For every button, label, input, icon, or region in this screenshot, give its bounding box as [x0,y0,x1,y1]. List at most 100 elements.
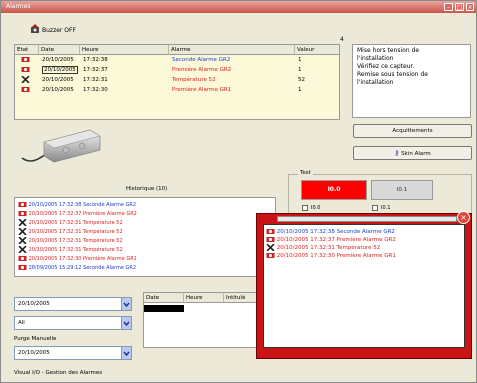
alarm-date: 20/10/2005 [42,66,78,74]
alarm-state [21,66,30,75]
popup-alarm-item[interactable]: 20/10/2005 17:32:31 Température 52 [266,244,380,252]
historique-item[interactable]: 20/10/2005 17:32:37 Première Alarme GR2 [18,210,137,218]
col-header-heure[interactable]: Heure [80,45,169,55]
purge-selected-cell[interactable] [144,305,184,312]
alarm-heure: 17:32:30 [83,87,108,93]
historique-item-text: 20/10/2005 17:32:30 Première Alarme GR1 [28,256,137,262]
skin-alarm-button[interactable]: ⚷ Skin Alarm [353,146,472,160]
popup-close-icon[interactable]: × [457,211,470,224]
alarm-valeur: 1 [298,87,302,93]
alarm-state [21,56,30,65]
alarm-table-row[interactable]: 20/10/2005 17:32:30 Première Alarme GR1 1 [15,86,339,95]
test-label: Test [298,170,313,176]
popup-alarm-item[interactable]: 20/10/2005 17:32:30 Première Alarme GR1 [266,252,396,260]
chevron-down-icon[interactable] [121,347,131,359]
close-button[interactable]: × [466,3,474,11]
buzzer-icon[interactable] [30,24,40,34]
checkbox-io0[interactable] [302,205,308,211]
purge-col-date[interactable]: Date [144,293,184,303]
historique-title: Historique (10) [126,186,168,192]
chevron-down-icon[interactable] [121,317,131,329]
io1-indicator[interactable]: I0.1 [371,180,433,200]
historique-item-text: 20/10/2005 17:32:31 Température 52 [28,229,123,235]
popup-scrollbar[interactable] [277,216,457,222]
alarm-name: Température 52 [172,77,216,83]
cross-icon [18,237,27,244]
alarm-valeur: 1 [298,67,302,73]
acquittements-button[interactable]: Acquittements [353,124,472,138]
alarm-date: 20/10/2005 [42,77,74,83]
cross-icon [18,228,27,235]
status-bar-text: Visual I/O - Gestion des Alarmes [14,370,103,376]
bell-icon [18,265,27,270]
io0-indicator[interactable]: I0.0 [301,180,367,200]
popup-alarm-item[interactable]: 20/10/2005 17:32:38 Seconde Alarme GR2 [266,228,395,236]
historique-item-text: 20/10/2005 17:32:38 Seconde Alarme GR2 [28,202,137,208]
cross-icon [18,246,27,253]
purge-date-value: 20/10/2005 [18,350,50,356]
maximize-button[interactable]: □ [455,3,464,11]
popup-alarm-text: 20/10/2005 17:32:38 Seconde Alarme GR2 [276,229,395,235]
popup-alarm-list[interactable]: 20/10/2005 17:32:38 Seconde Alarme GR2 2… [263,224,465,348]
alarm-state [21,76,30,85]
message-line: l'installation [357,55,394,62]
historique-item-text: 20/10/2005 17:32:31 Température 52 [28,220,123,226]
alarm-name: Première Alarme GR2 [172,67,232,73]
key-icon: ⚷ [394,149,400,157]
buzzer-label[interactable]: Buzzer OFF [42,27,76,34]
historique-item-text: 20/10/2005 17:32:31 Température 52 [28,238,123,244]
skin-alarm-label: Skin Alarm [401,151,431,157]
alarm-heure: 17:32:37 [83,67,108,73]
alarm-table-row[interactable]: 20/10/2005 17:32:37 Première Alarme GR2 1 [15,66,339,75]
bell-icon [18,211,27,216]
purge-date-select[interactable]: 20/10/2005 [14,346,132,360]
popup-alarm-text: 20/10/2005 17:32:37 Première Alarme GR2 [276,237,396,243]
title-bar[interactable]: Alarmes – □ × [1,1,476,13]
cross-icon [18,219,27,226]
col-header-etat[interactable]: Etat [15,45,39,55]
col-header-valeur[interactable]: Valeur [295,45,339,55]
filter-date-select[interactable]: 20/10/2005 [14,297,132,311]
purge-label: Purge Manuelle [14,336,57,342]
alarm-popup: × 20/10/2005 17:32:38 Seconde Alarme GR2… [256,211,472,359]
alarm-valeur: 52 [298,77,305,83]
historique-list[interactable]: 20/10/2005 17:32:38 Seconde Alarme GR2 2… [14,197,276,277]
historique-item[interactable]: 20/10/2005 17:32:31 Température 52 [18,246,123,254]
historique-item[interactable]: 20/10/2005 17:32:31 Température 52 [18,219,123,227]
bell-icon [266,253,275,258]
col-header-alarme[interactable]: Alarme [169,45,295,55]
historique-item-text: 20/10/2005 17:32:31 Température 52 [28,247,123,253]
alarm-message-box: Mise hors tension de l'installation Vérifi… [352,44,471,118]
purge-col-heure[interactable]: Heure [184,293,224,303]
bell-icon [18,256,27,261]
alarm-heure: 17:32:38 [83,57,108,63]
bell-icon [21,87,30,92]
load-cell-sensor-image [21,129,101,163]
message-line: l'installation [357,79,394,86]
filter-date-value: 20/10/2005 [18,301,50,307]
checkbox-io1-label: I0.1 [381,205,391,211]
alarm-date: 20/10/2005 [42,87,74,93]
popup-alarm-item[interactable]: 20/10/2005 17:32:37 Première Alarme GR2 [266,236,396,244]
popup-alarm-text: 20/10/2005 17:32:31 Température 52 [276,245,381,251]
historique-item[interactable]: 20/10/2005 17:32:38 Seconde Alarme GR2 [18,201,136,209]
message-line: Vérifiez ce capteur. [357,63,415,70]
filter-type-select[interactable]: All [14,316,132,330]
alarm-table-row[interactable]: 20/10/2005 17:32:38 Seconde Alarme GR2 1 [15,56,339,65]
historique-item[interactable]: 20/10/2005 17:32:31 Température 52 [18,228,123,236]
cross-icon [21,76,30,83]
cross-icon [266,244,275,251]
checkbox-io0-label: I0.0 [311,205,321,211]
bell-icon [21,57,30,62]
col-header-date[interactable]: Date [39,45,80,55]
alarm-table-row[interactable]: 20/10/2005 17:32:31 Température 52 52 [15,76,339,85]
chevron-down-icon[interactable] [121,298,131,310]
alarm-heure: 17:32:31 [83,77,108,83]
alarm-table: Etat Date Heure Alarme Valeur 20/10/2005… [14,44,340,120]
checkbox-io1[interactable] [372,205,378,211]
historique-item[interactable]: 20/10/2005 17:32:30 Première Alarme GR1 [18,255,137,263]
historique-item[interactable]: 28/09/2005 15:29:12 Seconde Alarme GR2 [18,264,136,272]
historique-item[interactable]: 20/10/2005 17:32:31 Température 52 [18,237,123,245]
filter-type-value: All [18,320,25,326]
minimize-button[interactable]: – [444,3,453,11]
